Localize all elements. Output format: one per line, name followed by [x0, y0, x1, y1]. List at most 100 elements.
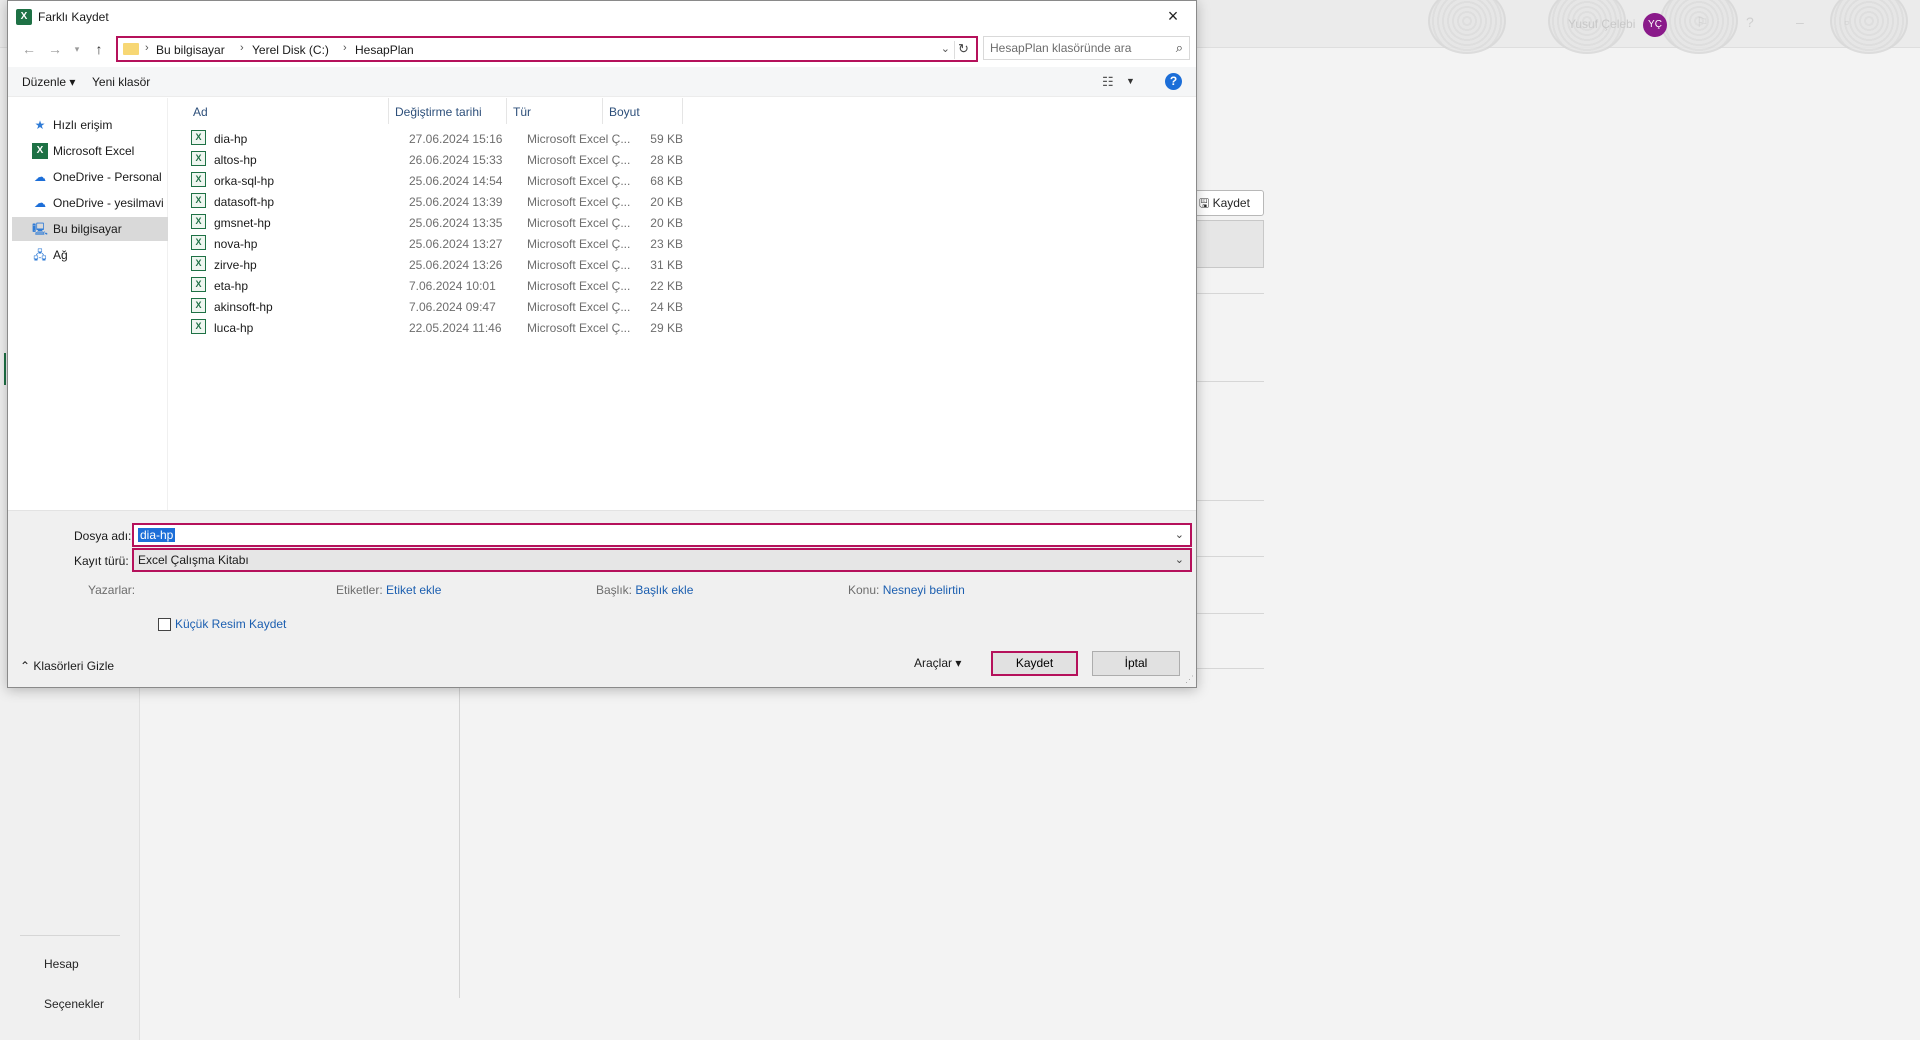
file-type: Microsoft Excel Ç... — [527, 279, 631, 293]
back-arrow-icon[interactable]: ← — [19, 40, 39, 58]
nav-onedrive-yesilmavi[interactable]: ☁ OneDrive - yesilmavi — [12, 191, 168, 215]
chevron-down-icon[interactable]: ⌄ — [941, 42, 950, 55]
chevron-up-icon: ⌃ — [20, 659, 31, 673]
subject-link[interactable]: Nesneyi belirtin — [883, 583, 965, 597]
file-row[interactable]: Xnova-hp 25.06.2024 13:27 Microsoft Excel … — [169, 232, 789, 253]
thumbnail-label[interactable]: Küçük Resim Kaydet — [175, 617, 286, 631]
file-type: Microsoft Excel Ç... — [527, 237, 631, 251]
minimize-icon[interactable]: – — [1796, 14, 1804, 30]
recent-chevron-icon[interactable]: ▾ — [67, 40, 87, 58]
chevron-down-icon[interactable]: ▼ — [1126, 76, 1135, 86]
file-name: eta-hp — [214, 279, 249, 293]
save-type-select[interactable]: Excel Çalışma Kitabı ⌄ — [132, 548, 1192, 572]
file-size: 28 KB — [650, 153, 683, 167]
breadcrumb-local-disk[interactable]: Yerel Disk (C:) — [252, 43, 329, 57]
file-size: 20 KB — [650, 216, 683, 230]
file-row[interactable]: Xdia-hp 27.06.2024 15:16 Microsoft Excel Ç… — [169, 127, 789, 148]
tags-field: Etiketler: Etiket ekle — [336, 583, 441, 597]
star-icon: ★ — [34, 118, 46, 132]
column-header-size[interactable]: Boyut — [603, 98, 683, 124]
file-size: 23 KB — [650, 237, 683, 251]
file-type: Microsoft Excel Ç... — [527, 195, 631, 209]
file-name: orka-sql-hp — [214, 174, 275, 188]
breadcrumb-hesapplan[interactable]: HesapPlan — [355, 43, 414, 57]
excel-file-icon: X — [191, 298, 206, 313]
column-header-name[interactable]: Ad — [187, 98, 389, 124]
file-row[interactable]: Xeta-hp 7.06.2024 10:01 Microsoft Excel Ç.… — [169, 274, 789, 295]
file-name: luca-hp — [214, 321, 254, 335]
file-date: 25.06.2024 13:39 — [409, 195, 503, 209]
dialog-title: Farklı Kaydet — [38, 10, 109, 24]
file-name-field[interactable]: dia-hp ⌄ — [132, 523, 1192, 547]
file-row[interactable]: Xluca-hp 22.05.2024 11:46 Microsoft Excel … — [169, 316, 789, 337]
organize-button[interactable]: Düzenle ▾ — [22, 75, 75, 89]
divider — [20, 935, 120, 936]
file-type: Microsoft Excel Ç... — [527, 132, 631, 146]
column-header-date[interactable]: Değiştirme tarihi — [389, 98, 507, 124]
chevron-right-icon[interactable]: › — [343, 42, 347, 54]
file-date: 22.05.2024 11:46 — [409, 321, 502, 335]
nav-this-pc[interactable]: 🖳 Bu bilgisayar — [12, 217, 168, 241]
nav-quick-access[interactable]: ★ Hızlı erişim — [12, 113, 168, 137]
nav-account[interactable]: Hesap — [44, 957, 79, 971]
forward-arrow-icon[interactable]: → — [45, 40, 65, 58]
view-options-icon[interactable]: ☷ — [1102, 74, 1114, 90]
search-icon[interactable]: ⌕ — [1176, 40, 1183, 56]
share-icon[interactable]: ⚐ — [1696, 14, 1709, 31]
chevron-right-icon[interactable]: › — [240, 42, 244, 54]
file-date: 25.06.2024 13:35 — [409, 216, 503, 230]
file-name: datasoft-hp — [214, 195, 275, 209]
file-row[interactable]: Xakinsoft-hp 7.06.2024 09:47 Microsoft Exc… — [169, 295, 789, 316]
maximize-icon[interactable]: ▫ — [1844, 14, 1849, 30]
divider — [1190, 500, 1264, 501]
folder-icon — [123, 43, 139, 55]
file-name-value[interactable]: dia-hp — [138, 528, 176, 542]
save-button[interactable]: Kaydet — [991, 651, 1078, 676]
title-label: Başlık: — [596, 583, 633, 597]
save-options-panel: Dosya adı: dia-hp ⌄ Kayıt türü: Excel Ça… — [8, 510, 1196, 687]
save-type-label: Kayıt türü: — [74, 554, 129, 568]
avatar[interactable]: YÇ — [1643, 13, 1667, 37]
nav-microsoft-excel[interactable]: X Microsoft Excel — [12, 139, 168, 163]
save-as-dialog: X Farklı Kaydet × ← → ▾ ↑ › Bu bilgisaya… — [7, 0, 1197, 688]
help-icon[interactable]: ? — [1746, 14, 1754, 30]
new-folder-button[interactable]: Yeni klasör — [92, 75, 150, 89]
chevron-down-icon[interactable]: ⌄ — [1175, 553, 1184, 566]
title-link[interactable]: Başlık ekle — [635, 583, 693, 597]
authors-field: Yazarlar: — [88, 583, 135, 597]
chevron-right-icon[interactable]: › — [145, 42, 149, 54]
file-row[interactable]: Xzirve-hp 25.06.2024 13:26 Microsoft Excel… — [169, 253, 789, 274]
user-name: Yusuf Çelebi — [1568, 17, 1636, 31]
cancel-button[interactable]: İptal — [1092, 651, 1180, 676]
nav-onedrive-personal[interactable]: ☁ OneDrive - Personal — [12, 165, 168, 189]
thumbnail-checkbox[interactable] — [158, 618, 171, 631]
excel-icon: X — [16, 9, 32, 25]
chevron-down-icon[interactable]: ⌄ — [1175, 528, 1184, 541]
backstage-panel — [1190, 220, 1264, 268]
file-date: 26.06.2024 15:33 — [409, 153, 503, 167]
backstage-save-button[interactable]: 🖫 Kaydet — [1190, 190, 1264, 216]
nav-options[interactable]: Seçenekler — [44, 997, 104, 1011]
hide-folders-button[interactable]: ⌃ Klasörleri Gizle — [20, 659, 114, 673]
search-input[interactable] — [990, 38, 1160, 58]
close-button[interactable]: × — [1150, 1, 1196, 32]
file-row[interactable]: Xdatasoft-hp 25.06.2024 13:39 Microsoft Ex… — [169, 190, 789, 211]
resize-grip-icon[interactable]: ⋰ — [1185, 674, 1194, 685]
file-row[interactable]: Xgmsnet-hp 25.06.2024 13:35 Microsoft Exce… — [169, 211, 789, 232]
breadcrumb-this-pc[interactable]: Bu bilgisayar — [156, 43, 225, 57]
tools-menu[interactable]: Araçlar ▾ — [914, 656, 961, 670]
file-date: 27.06.2024 15:16 — [409, 132, 503, 146]
help-icon[interactable]: ? — [1165, 73, 1182, 90]
file-name: dia-hp — [214, 132, 248, 146]
file-row[interactable]: Xorka-sql-hp 25.06.2024 14:54 Microsoft Ex… — [169, 169, 789, 190]
tags-link[interactable]: Etiket ekle — [386, 583, 441, 597]
column-header-type[interactable]: Tür — [507, 98, 603, 124]
refresh-icon[interactable]: ↻ — [954, 41, 972, 59]
file-name: akinsoft-hp — [214, 300, 273, 314]
command-bar: Düzenle ▾ Yeni klasör ☷ ▼ ? — [8, 67, 1196, 97]
file-date: 25.06.2024 13:26 — [409, 258, 503, 272]
up-arrow-icon[interactable]: ↑ — [89, 40, 109, 58]
nav-network[interactable]: 🖧 Ağ — [12, 243, 168, 267]
address-bar[interactable]: › Bu bilgisayar › Yerel Disk (C:) › Hesa… — [116, 36, 978, 62]
file-row[interactable]: Xaltos-hp 26.06.2024 15:33 Microsoft Excel… — [169, 148, 789, 169]
